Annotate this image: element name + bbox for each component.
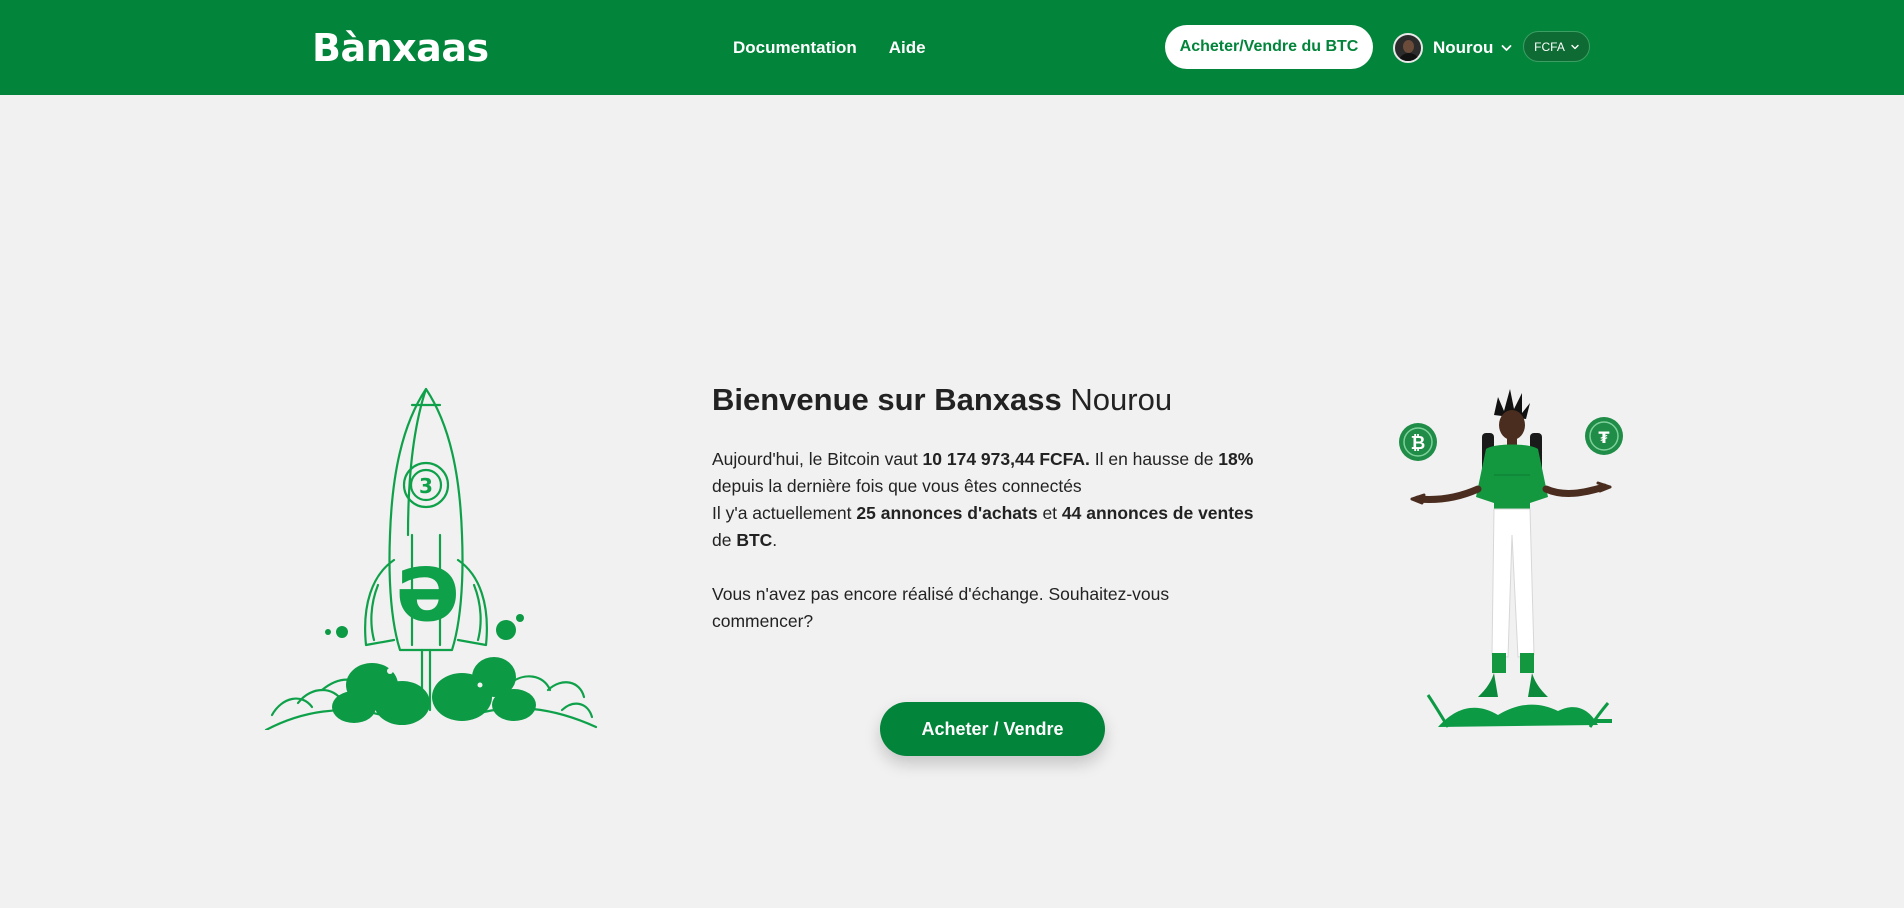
rocket-illustration: 3 ǝ bbox=[264, 387, 598, 730]
summary-text: de bbox=[712, 530, 737, 550]
summary-text: . bbox=[772, 530, 778, 550]
chevron-down-icon bbox=[1502, 45, 1512, 51]
nav-links: Documentation Aide bbox=[733, 36, 926, 60]
title-user-name: Nourou bbox=[1070, 382, 1173, 417]
btc-price: 10 174 973,44 FCFA. bbox=[922, 449, 1090, 469]
svg-text:3: 3 bbox=[419, 474, 433, 498]
buy-ads-count: 25 annonces d'achats bbox=[856, 503, 1038, 523]
summary-text: Aujourd'hui, le Bitcoin vaut bbox=[712, 449, 923, 469]
buy-sell-button[interactable]: Acheter / Vendre bbox=[880, 702, 1105, 756]
svg-text:₿: ₿ bbox=[1411, 433, 1426, 454]
person-crypto-illustration: ₿ ₮ bbox=[1399, 389, 1623, 728]
asset-name: BTC bbox=[736, 530, 773, 550]
user-menu[interactable]: Nourou bbox=[1393, 32, 1512, 64]
nav-link-documentation[interactable]: Documentation bbox=[733, 36, 857, 60]
start-prompt: Vous n'avez pas encore réalisé d'échange… bbox=[712, 584, 1170, 631]
chevron-down-icon bbox=[1571, 44, 1579, 49]
market-summary: Aujourd'hui, le Bitcoin vaut 10 174 973,… bbox=[712, 446, 1272, 554]
currency-label: FCFA bbox=[1534, 39, 1565, 54]
navbar: Bànxaas Documentation Aide Acheter/Vendr… bbox=[0, 0, 1904, 95]
nav-link-aide[interactable]: Aide bbox=[889, 36, 926, 60]
svg-text:₮: ₮ bbox=[1598, 428, 1609, 447]
svg-text:ǝ: ǝ bbox=[395, 531, 460, 643]
page-title: Bienvenue sur Banxass Nourou bbox=[712, 378, 1272, 422]
currency-selector[interactable]: FCFA bbox=[1523, 31, 1590, 62]
summary-text: Il y'a actuellement bbox=[712, 503, 857, 523]
sell-ads-count: 44 annonces de ventes bbox=[1061, 503, 1254, 523]
logo[interactable]: Bànxaas bbox=[312, 24, 489, 72]
user-name: Nourou bbox=[1433, 38, 1494, 57]
avatar bbox=[1393, 33, 1423, 63]
title-bold: Bienvenue sur Banxass bbox=[712, 382, 1062, 417]
logo-text: Bànxaas bbox=[312, 26, 489, 70]
price-change: 18% bbox=[1218, 449, 1254, 469]
welcome-section: Bienvenue sur Banxass Nourou Aujourd'hui… bbox=[712, 378, 1272, 635]
summary-text: et bbox=[1037, 503, 1062, 523]
summary-text: depuis la dernière fois que vous êtes co… bbox=[712, 476, 1082, 496]
summary-text: Il en hausse de bbox=[1089, 449, 1219, 469]
buy-sell-btc-button[interactable]: Acheter/Vendre du BTC bbox=[1165, 25, 1373, 69]
